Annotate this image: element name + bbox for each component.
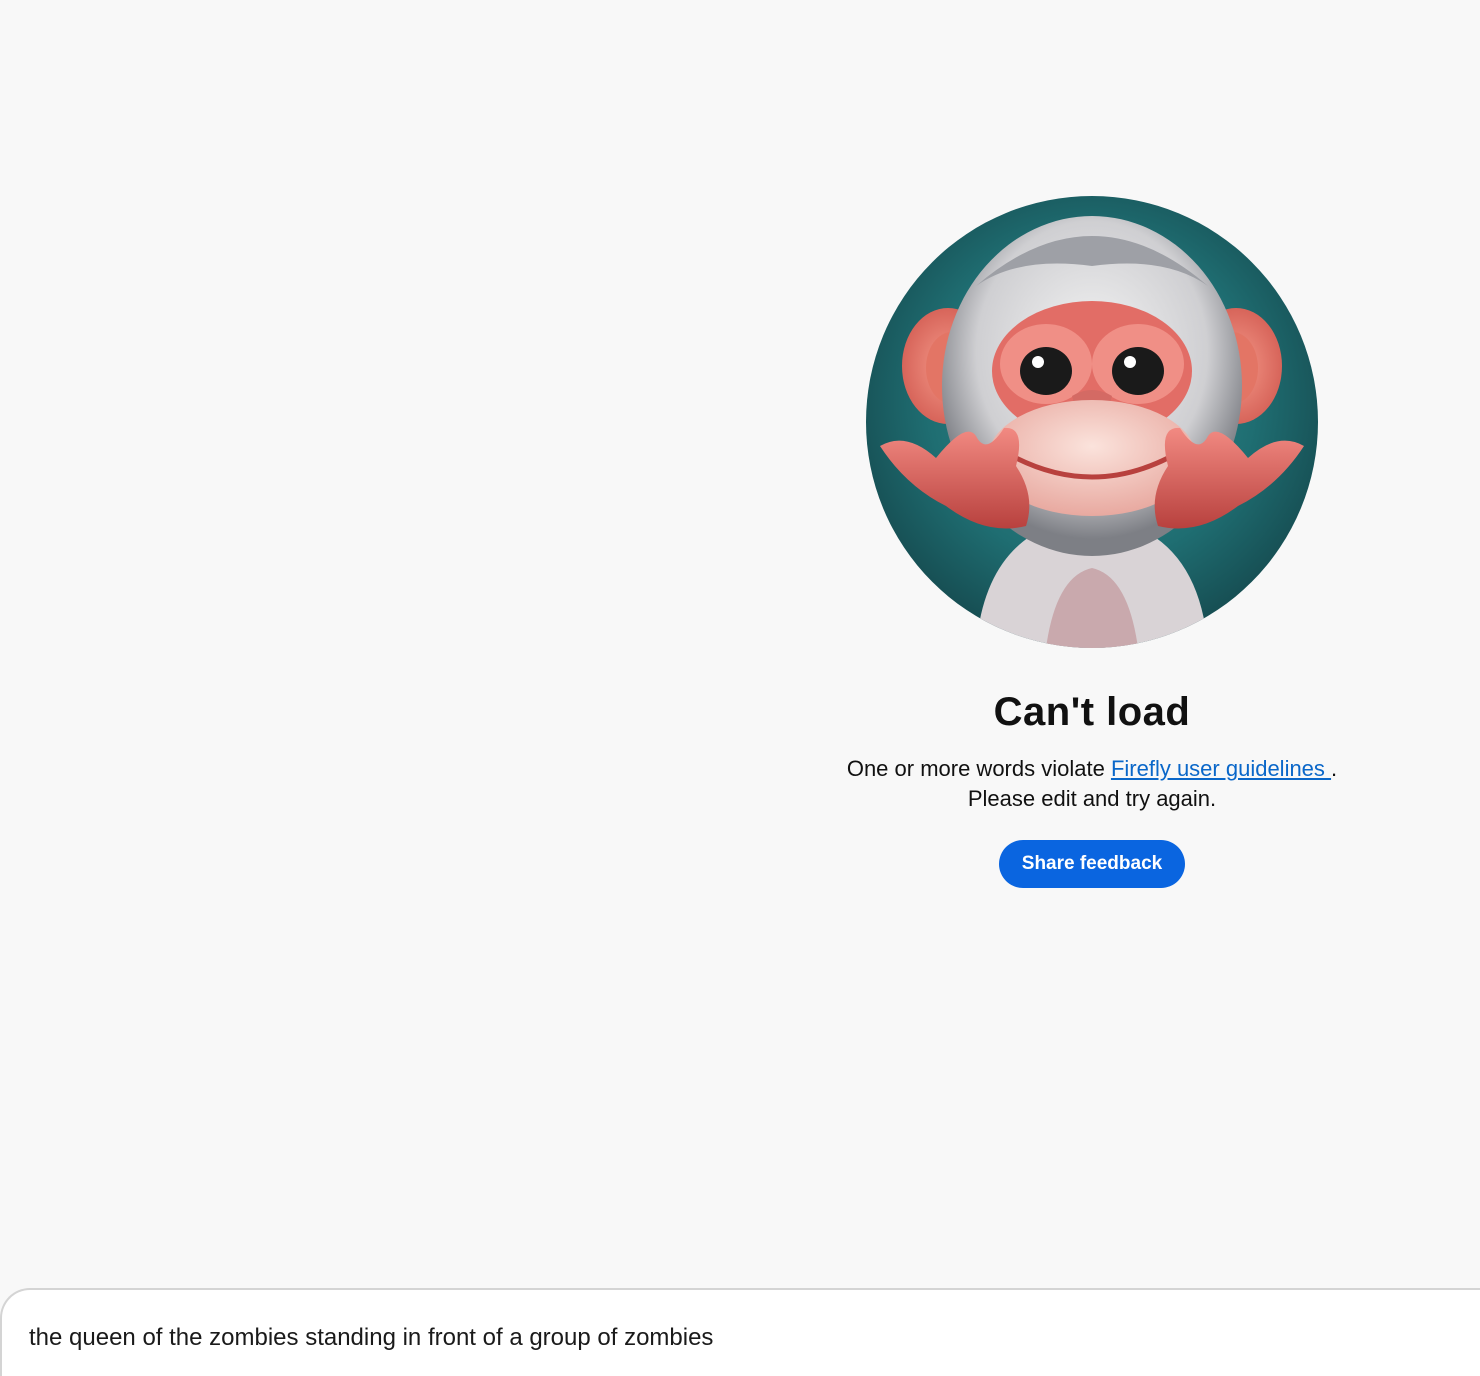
error-message-prefix: One or more words violate [846, 756, 1111, 781]
error-message-suffix: . [1331, 756, 1338, 781]
error-panel: Can't load One or more words violate Fir… [842, 196, 1342, 888]
error-title: Can't load [993, 690, 1191, 734]
guidelines-link[interactable]: Firefly user guidelines [1111, 756, 1331, 781]
error-message: One or more words violate Firefly user g… [847, 754, 1337, 814]
prompt-input[interactable] [29, 1324, 1429, 1352]
share-feedback-button[interactable]: Share feedback [998, 840, 1186, 888]
monkey-illustration [866, 196, 1318, 648]
page: Can't load One or more words violate Fir… [0, 0, 1480, 1376]
prompt-bar [0, 1288, 1480, 1376]
error-message-line2: Please edit and try again. [967, 786, 1217, 811]
